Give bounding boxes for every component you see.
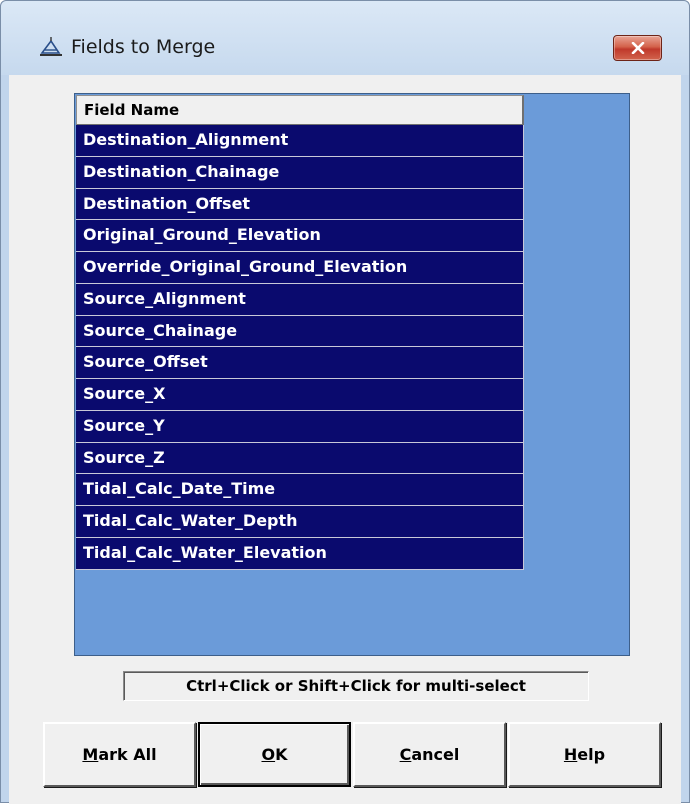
list-item[interactable]: Override_Original_Ground_Elevation (76, 252, 524, 284)
list-item[interactable]: Destination_Alignment (76, 125, 524, 157)
app-icon (37, 35, 65, 59)
list-item[interactable]: Destination_Offset (76, 188, 524, 221)
column-header-field-name[interactable]: Field Name (76, 95, 524, 125)
ok-button[interactable]: OK (198, 722, 351, 787)
list-item[interactable]: Source_Y (76, 410, 524, 443)
list-item[interactable]: Source_Offset (76, 347, 524, 379)
multi-select-hint: Ctrl+Click or Shift+Click for multi-sele… (123, 671, 589, 701)
ok-accelerator: O (261, 745, 276, 764)
list-item[interactable]: Source_Alignment (76, 283, 524, 316)
title-bar[interactable]: Fields to Merge (1, 1, 689, 75)
help-button[interactable]: Help (508, 722, 661, 787)
field-rows: Destination_Alignment Destination_Chaina… (76, 125, 524, 570)
list-item[interactable]: Tidal_Calc_Date_Time (76, 474, 524, 506)
cancel-button[interactable]: Cancel (353, 722, 506, 787)
help-label: elp (577, 745, 606, 764)
field-table: Field Name Destination_Alignment Destina… (76, 95, 524, 570)
list-item[interactable]: Source_Z (76, 442, 524, 475)
mark-all-accelerator: M (82, 745, 99, 764)
list-item[interactable]: Destination_Chainage (76, 156, 524, 189)
ok-label: K (275, 745, 288, 764)
close-button[interactable] (613, 35, 662, 61)
list-item[interactable]: Tidal_Calc_Water_Elevation (76, 537, 524, 570)
mark-all-button[interactable]: Mark All (43, 722, 196, 787)
window-title: Fields to Merge (71, 36, 216, 58)
list-item[interactable]: Tidal_Calc_Water_Depth (76, 506, 524, 538)
cancel-label: ancel (411, 745, 460, 764)
mark-all-label: ark All (98, 745, 157, 764)
help-accelerator: H (563, 745, 578, 764)
close-icon (631, 42, 645, 54)
field-list[interactable]: Field Name Destination_Alignment Destina… (74, 93, 630, 656)
list-item[interactable]: Source_X (76, 379, 524, 411)
cancel-accelerator: C (399, 745, 412, 764)
list-item[interactable]: Original_Ground_Elevation (76, 220, 524, 252)
list-item[interactable]: Source_Chainage (76, 315, 524, 348)
